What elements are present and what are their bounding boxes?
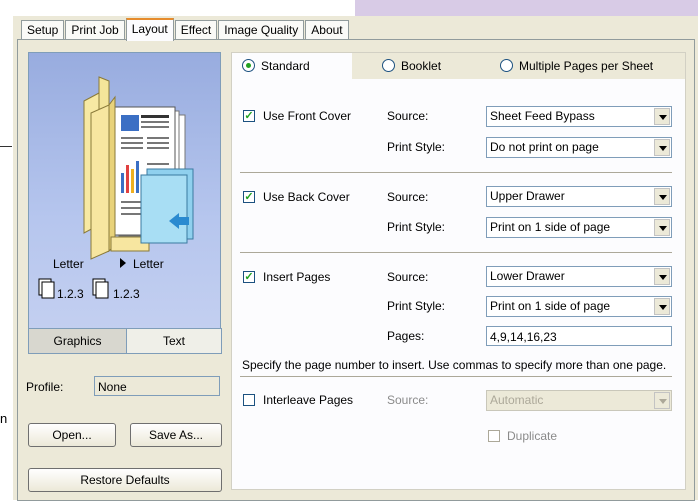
chevron-down-icon[interactable] [654,108,670,125]
paper-size-out: Letter [133,257,164,271]
tray-icon-right [92,278,109,299]
open-button[interactable]: Open... [28,423,116,447]
tab-effect[interactable]: Effect [174,20,218,39]
background-line [0,146,12,147]
chevron-down-icon[interactable] [654,139,670,156]
front-source-label: Source: [387,109,429,123]
insert-source-value: Lower Drawer [490,269,565,283]
insert-source-select[interactable]: Lower Drawer [486,266,672,287]
back-style-value: Print on 1 side of page [490,220,611,234]
back-cover-label: Use Back Cover [263,190,350,204]
background-window-strip [355,0,698,16]
profile-field: None [94,376,220,396]
mode-booklet-label: Booklet [401,59,442,73]
front-source-select[interactable]: Sheet Feed Bypass [486,106,672,127]
duplicate-label: Duplicate [507,429,558,443]
chevron-down-icon [654,392,670,409]
tab-setup[interactable]: Setup [21,20,65,39]
back-style-select[interactable]: Print on 1 side of page [486,217,672,238]
insert-pages-hint: Specify the page number to insert. Use c… [242,358,667,372]
duplicate-checkbox [488,430,500,442]
front-cover-checkbox[interactable]: ✓ [243,110,255,122]
profile-label: Profile: [26,380,64,394]
layout-preview: Letter Letter 1.2.3 1.2.3 [28,52,221,331]
graphics-view-button[interactable]: Graphics [28,328,127,354]
chevron-down-icon[interactable] [654,188,670,205]
pages-input[interactable]: 4,9,14,16,23 [486,326,672,346]
back-source-label: Source: [387,190,429,204]
front-cover-label: Use Front Cover [263,109,352,123]
front-style-select[interactable]: Do not print on page [486,137,672,158]
arrow-right-icon [120,258,126,268]
interleave-source-label: Source: [387,393,429,407]
radio-standard[interactable] [242,59,255,72]
interleave-checkbox[interactable] [243,394,255,406]
front-style-value: Do not print on page [490,140,599,154]
insert-style-label: Print Style: [387,299,446,313]
insert-style-value: Print on 1 side of page [490,299,611,313]
chevron-down-icon[interactable] [654,268,670,285]
interleave-source-value: Automatic [490,393,544,407]
text-view-button[interactable]: Text [126,328,222,354]
restore-defaults-button[interactable]: Restore Defaults [28,468,222,492]
front-style-label: Print Style: [387,140,446,154]
background-text: n [0,411,8,426]
tab-print-job[interactable]: Print Job [65,20,125,39]
printer-properties-dialog: Setup Print Job Layout Effect Image Qual… [12,16,698,501]
tray-icon-left [38,278,55,299]
chevron-down-icon[interactable] [654,298,670,315]
mode-booklet[interactable]: Booklet [382,53,441,79]
back-source-select[interactable]: Upper Drawer [486,186,672,207]
paper-size-in: Letter [53,257,84,271]
layout-options-pane: Standard Booklet Multiple Pages per Shee… [231,52,686,490]
divider [240,252,672,253]
back-style-label: Print Style: [387,220,446,234]
chevron-down-icon[interactable] [654,219,670,236]
radio-multiple-pages[interactable] [500,59,513,72]
interleave-label: Interleave Pages [263,393,354,407]
tab-layout[interactable]: Layout [125,18,174,41]
back-source-value: Upper Drawer [490,189,565,203]
front-source-value: Sheet Feed Bypass [490,109,595,123]
mode-multiple-pages[interactable]: Multiple Pages per Sheet [500,53,653,79]
tab-strip: Setup Print Job Layout Effect Image Qual… [21,18,350,41]
layout-panel: Letter Letter 1.2.3 1.2.3 Graphics Text … [17,39,695,501]
radio-booklet[interactable] [382,59,395,72]
back-cover-checkbox[interactable]: ✓ [243,191,255,203]
pages-label: Pages: [387,329,425,343]
divider [240,376,672,377]
tab-about[interactable]: About [305,20,349,39]
divider [240,172,672,173]
tab-image-quality[interactable]: Image Quality [218,20,305,39]
mode-standard-label: Standard [261,59,310,73]
insert-pages-label: Insert Pages [263,270,331,284]
insert-source-label: Source: [387,270,429,284]
interleave-source-select: Automatic [486,390,672,411]
page-order-out: 1.2.3 [113,287,140,301]
mode-standard[interactable]: Standard [232,53,352,79]
page-order-in: 1.2.3 [57,287,84,301]
insert-pages-checkbox[interactable]: ✓ [243,271,255,283]
insert-style-select[interactable]: Print on 1 side of page [486,296,672,317]
save-as-button[interactable]: Save As... [130,423,222,447]
mode-multiple-pages-label: Multiple Pages per Sheet [519,59,654,73]
